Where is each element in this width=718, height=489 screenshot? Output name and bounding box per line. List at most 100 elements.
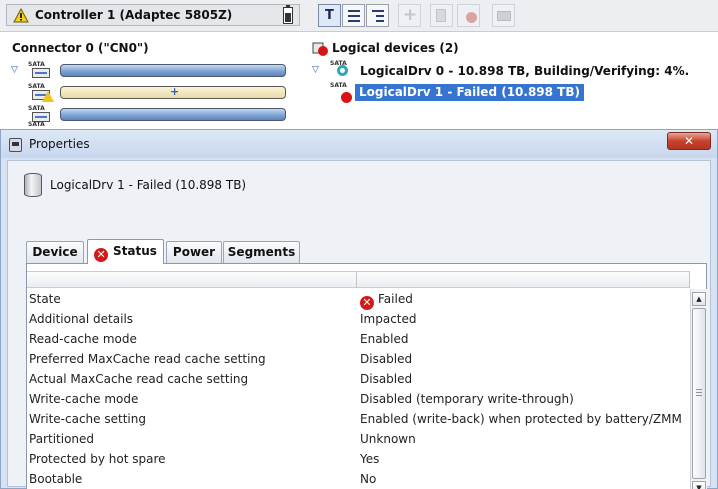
physical-disk-icon[interactable]: SATA	[28, 61, 54, 81]
property-value-text: Disabled (temporary write-through)	[360, 392, 574, 406]
disk-usage-bar[interactable]: +	[60, 85, 286, 99]
table-row[interactable]: Read-cache mode Enabled	[27, 329, 690, 349]
property-value-text: Disabled	[360, 352, 413, 366]
properties-window: Properties ✕ LogicalDrv 1 - Failed (10.8…	[0, 129, 718, 489]
logical-drive-building-icon: SATA	[330, 60, 352, 82]
property-name: Write-cache setting	[29, 412, 146, 426]
table-header[interactable]	[27, 271, 690, 288]
property-name: Write-cache mode	[29, 392, 139, 406]
warning-icon	[13, 8, 29, 23]
text-view-icon: T	[325, 8, 334, 23]
table-row[interactable]: Actual MaxCache read cache setting Disabl…	[27, 369, 690, 389]
scroll-down-button[interactable]: ▼	[692, 481, 706, 489]
physical-disk-icon[interactable]: SATA	[28, 121, 54, 129]
properties-title: Properties	[29, 137, 90, 151]
scroll-thumb[interactable]	[692, 308, 706, 479]
vertical-scrollbar[interactable]: ▲ ▼	[690, 289, 707, 489]
delete-icon	[466, 12, 477, 23]
property-name: State	[29, 292, 61, 306]
property-value: No	[360, 472, 376, 486]
controller-selector[interactable]: Controller 1 (Adaptec 5805Z)	[6, 4, 300, 26]
properties-body: LogicalDrv 1 - Failed (10.898 TB) Device…	[7, 160, 711, 489]
logical-devices-title: Logical devices (2)	[332, 41, 459, 55]
property-value-text: Impacted	[360, 312, 417, 326]
table-body: State ✕ Failed Additional details Impacted Re…	[27, 289, 690, 489]
properties-header-title: LogicalDrv 1 - Failed (10.898 TB)	[50, 178, 247, 192]
table-row[interactable]: State ✕ Failed	[27, 289, 690, 310]
property-name: Additional details	[29, 312, 134, 326]
add-icon: +	[403, 5, 418, 25]
battery-icon	[283, 5, 293, 24]
tab-status-label: Status	[113, 244, 157, 258]
logical-devices-icon	[312, 42, 328, 56]
disk-button[interactable]	[492, 4, 515, 27]
tab-device-label: Device	[32, 245, 78, 259]
tab-status[interactable]: ✕ Status	[87, 239, 164, 264]
logical-drive-0-item[interactable]: LogicalDrv 0 - 10.898 TB, Building/Verif…	[360, 64, 689, 78]
property-name: Protected by hot spare	[29, 452, 166, 466]
property-name: Bootable	[29, 472, 83, 486]
property-value: Enabled	[360, 332, 409, 346]
scroll-up-button[interactable]: ▲	[692, 292, 706, 306]
property-name: Preferred MaxCache read cache setting	[29, 352, 266, 366]
add-button[interactable]: +	[398, 4, 421, 27]
tab-power-label: Power	[172, 245, 216, 259]
copy-button[interactable]	[430, 4, 453, 27]
property-value: Disabled	[360, 352, 412, 366]
tab-device[interactable]: Device	[26, 241, 84, 263]
error-icon: ✕	[94, 248, 109, 262]
table-row[interactable]: Additional details Impacted	[27, 309, 690, 329]
tab-segments[interactable]: Segments	[223, 241, 300, 263]
connector-title: Connector 0 ("CN0")	[12, 41, 149, 55]
device-tree: Connector 0 ("CN0") ▽ SATA SATA + SATA S…	[0, 33, 718, 129]
property-value-text: Enabled (write-back) when protected by b…	[360, 412, 682, 426]
controller-label: Controller 1 (Adaptec 5805Z)	[35, 8, 233, 22]
tab-power[interactable]: Power	[166, 241, 222, 263]
disk-usage-bar[interactable]	[60, 108, 286, 121]
property-value-text: Yes	[360, 452, 380, 466]
property-name: Read-cache mode	[29, 332, 137, 346]
table-row[interactable]: Bootable No	[27, 469, 690, 489]
text-view-button[interactable]: T	[318, 4, 341, 27]
scroll-down-icon: ▼	[696, 484, 702, 489]
copy-icon	[436, 9, 446, 22]
list-view-icon	[348, 10, 360, 22]
table-row[interactable]: Preferred MaxCache read cache setting Dis…	[27, 349, 690, 369]
column-divider[interactable]	[356, 272, 357, 288]
error-icon: ✕	[360, 296, 374, 310]
tree-view-icon	[372, 10, 384, 22]
property-value: Enabled (write-back) when protected by b…	[360, 412, 682, 426]
table-row[interactable]: Protected by hot spare Yes	[27, 449, 690, 469]
properties-titlebar[interactable]: Properties ✕	[1, 130, 717, 158]
table-row[interactable]: Write-cache mode Disabled (temporary writ…	[27, 389, 690, 409]
property-value: Impacted	[360, 312, 417, 326]
property-value: Disabled (temporary write-through)	[360, 392, 574, 406]
close-button[interactable]: ✕	[667, 132, 711, 150]
delete-button[interactable]	[457, 4, 480, 27]
column-divider[interactable]	[689, 272, 690, 288]
properties-window-icon	[9, 138, 22, 152]
logical-drive-1-item[interactable]: LogicalDrv 1 - Failed (10.898 TB)	[355, 84, 584, 101]
property-name: Partitioned	[29, 432, 95, 446]
list-view-button[interactable]	[342, 4, 365, 27]
logical-drive-icon	[24, 173, 42, 197]
disk-usage-bar[interactable]	[60, 64, 286, 77]
property-value-text: No	[360, 472, 377, 486]
table-row[interactable]: Partitioned Unknown	[27, 429, 690, 449]
table-row[interactable]: Write-cache setting Enabled (write-back) …	[27, 409, 690, 429]
property-value-text: Unknown	[360, 432, 416, 446]
property-value: ✕ Failed	[360, 292, 413, 310]
connector-toggle-icon[interactable]: ▽	[11, 65, 18, 75]
close-icon: ✕	[683, 134, 695, 148]
property-value: Disabled	[360, 372, 412, 386]
property-value: Unknown	[360, 432, 416, 446]
logical-devices-toggle-icon[interactable]: ▽	[312, 65, 319, 75]
logical-drive-failed-icon: SATA	[330, 82, 352, 104]
warning-disk-icon[interactable]: SATA	[28, 83, 54, 103]
tree-view-button[interactable]	[366, 4, 389, 27]
status-table: State ✕ Failed Additional details Impacted Re…	[26, 263, 707, 489]
top-toolbar: Controller 1 (Adaptec 5805Z) T +	[0, 0, 718, 32]
property-value-text: Disabled	[360, 372, 413, 386]
tab-segments-label: Segments	[227, 245, 296, 259]
plus-icon: +	[170, 85, 180, 98]
